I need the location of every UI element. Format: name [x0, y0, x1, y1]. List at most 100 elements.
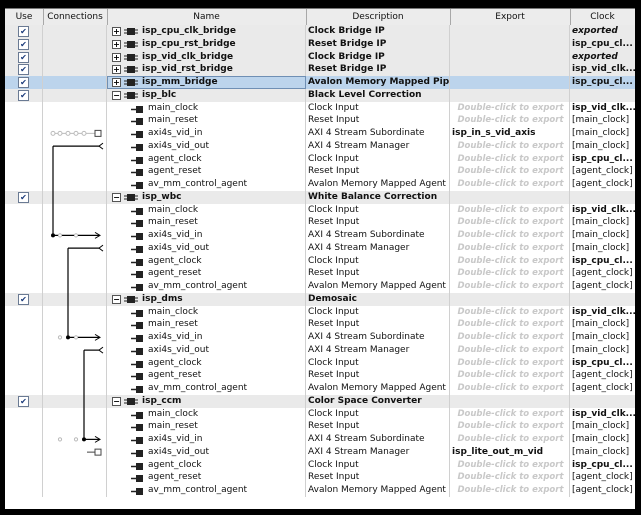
export-cell[interactable]	[450, 88, 570, 102]
export-hint[interactable]: Double-click to export	[452, 153, 569, 166]
export-cell[interactable]: Double-click to export	[450, 280, 570, 293]
export-cell[interactable]: Double-click to export	[450, 152, 570, 166]
clock-cell[interactable]	[570, 395, 635, 408]
clock-cell[interactable]: isp_vid_clk...	[570, 204, 635, 217]
use-checkbox[interactable]: ✔	[18, 38, 29, 50]
clock-cell[interactable]	[570, 293, 635, 306]
expand-icon[interactable]: +	[112, 39, 121, 49]
collapse-icon[interactable]: −	[112, 396, 121, 406]
export-hint[interactable]: Double-click to export	[452, 433, 569, 446]
clock-cell[interactable]: [main_clock]	[570, 140, 635, 153]
clock-cell[interactable]: [main_clock]	[570, 433, 635, 446]
export-cell[interactable]	[450, 63, 570, 76]
clock-cell[interactable]: [main_clock]	[570, 229, 635, 242]
export-cell[interactable]: Double-click to export	[450, 203, 570, 217]
clock-cell[interactable]: [agent_clock]	[570, 280, 635, 293]
use-checkbox[interactable]: ✔	[18, 77, 29, 88]
export-cell[interactable]	[450, 394, 570, 408]
use-checkbox[interactable]: ✔	[18, 395, 29, 407]
export-hint[interactable]: Double-click to export	[452, 204, 569, 217]
export-hint[interactable]: Double-click to export	[452, 267, 569, 280]
collapse-icon[interactable]: −	[112, 90, 121, 100]
export-hint[interactable]: Double-click to export	[452, 114, 569, 127]
export-cell[interactable]: Double-click to export	[450, 216, 570, 229]
clock-cell[interactable]: isp_vid_clk...	[570, 102, 635, 115]
export-hint[interactable]: Double-click to export	[452, 165, 569, 178]
export-cell[interactable]: Double-click to export	[450, 343, 570, 357]
use-checkbox[interactable]: ✔	[18, 51, 29, 63]
export-cell[interactable]: Double-click to export	[450, 433, 570, 446]
column-header-name[interactable]: Name	[107, 9, 307, 25]
clock-cell[interactable]: [agent_clock]	[570, 484, 635, 497]
export-cell[interactable]: Double-click to export	[450, 178, 570, 191]
clock-cell[interactable]: [agent_clock]	[570, 369, 635, 382]
clock-cell[interactable]: isp_vid_clk...	[570, 63, 635, 76]
export-name[interactable]: isp_in_s_vid_axis	[452, 128, 535, 138]
export-cell[interactable]: isp_lite_out_m_vid	[450, 445, 570, 459]
clock-cell[interactable]: [agent_clock]	[570, 165, 635, 178]
export-hint[interactable]: Double-click to export	[452, 420, 569, 433]
export-hint[interactable]: Double-click to export	[452, 408, 569, 421]
clock-cell[interactable]: [main_clock]	[570, 114, 635, 127]
export-cell[interactable]: Double-click to export	[450, 165, 570, 178]
export-cell[interactable]: Double-click to export	[450, 420, 570, 433]
export-hint[interactable]: Double-click to export	[452, 242, 569, 255]
export-hint[interactable]: Double-click to export	[452, 357, 569, 370]
clock-cell[interactable]: [agent_clock]	[570, 471, 635, 484]
export-hint[interactable]: Double-click to export	[452, 331, 569, 344]
export-cell[interactable]: Double-click to export	[450, 484, 570, 497]
export-hint[interactable]: Double-click to export	[452, 318, 569, 331]
column-header-clock[interactable]: Clock	[570, 9, 635, 25]
export-hint[interactable]: Double-click to export	[452, 229, 569, 242]
clock-cell[interactable]: [agent_clock]	[570, 267, 635, 280]
clock-cell[interactable]: [main_clock]	[570, 318, 635, 331]
column-header-description[interactable]: Description	[306, 9, 451, 25]
clock-cell[interactable]: isp_vid_clk...	[570, 306, 635, 319]
export-cell[interactable]: Double-click to export	[450, 101, 570, 115]
export-hint[interactable]: Double-click to export	[452, 484, 569, 497]
clock-cell[interactable]: [main_clock]	[570, 216, 635, 229]
collapse-icon[interactable]: −	[112, 294, 121, 304]
clock-cell[interactable]: isp_cpu_cl...	[570, 459, 635, 472]
clock-cell[interactable]: isp_cpu_cl...	[570, 76, 635, 89]
export-cell[interactable]: Double-click to export	[450, 229, 570, 242]
clock-cell[interactable]: [main_clock]	[570, 344, 635, 357]
export-cell[interactable]: Double-click to export	[450, 369, 570, 382]
clock-cell[interactable]: isp_cpu_cl...	[570, 255, 635, 268]
clock-cell[interactable]: isp_vid_clk...	[570, 408, 635, 421]
clock-cell[interactable]: isp_cpu_cl...	[570, 38, 635, 51]
collapse-icon[interactable]: −	[112, 192, 121, 202]
export-cell[interactable]: isp_in_s_vid_axis	[450, 127, 570, 140]
export-cell[interactable]: Double-click to export	[450, 305, 570, 319]
export-hint[interactable]: Double-click to export	[452, 471, 569, 484]
export-hint[interactable]: Double-click to export	[452, 255, 569, 268]
clock-cell[interactable]: exported	[570, 51, 635, 64]
clock-cell[interactable]: [main_clock]	[570, 127, 635, 140]
export-cell[interactable]: Double-click to export	[450, 241, 570, 255]
export-cell[interactable]: Double-click to export	[450, 458, 570, 472]
export-cell[interactable]: Double-click to export	[450, 114, 570, 127]
export-hint[interactable]: Double-click to export	[452, 306, 569, 319]
expand-icon[interactable]: +	[112, 65, 121, 75]
clock-cell[interactable]: exported	[570, 25, 635, 38]
column-header-connections[interactable]: Connections	[43, 9, 108, 25]
export-cell[interactable]	[450, 37, 570, 51]
export-cell[interactable]: Double-click to export	[450, 139, 570, 153]
export-cell[interactable]: Double-click to export	[450, 471, 570, 484]
export-hint[interactable]: Double-click to export	[452, 459, 569, 472]
expand-icon[interactable]: +	[112, 27, 121, 36]
clock-cell[interactable]: isp_cpu_cl...	[570, 153, 635, 166]
clock-cell[interactable]	[570, 191, 635, 204]
column-header-export[interactable]: Export	[450, 9, 571, 25]
export-hint[interactable]: Double-click to export	[452, 102, 569, 115]
export-cell[interactable]: Double-click to export	[450, 254, 570, 268]
clock-cell[interactable]: [main_clock]	[570, 331, 635, 344]
export-hint[interactable]: Double-click to export	[452, 280, 569, 293]
export-cell[interactable]	[450, 25, 570, 38]
export-cell[interactable]: Double-click to export	[450, 382, 570, 395]
use-checkbox[interactable]: ✔	[18, 64, 29, 76]
clock-cell[interactable]	[570, 89, 635, 102]
export-hint[interactable]: Double-click to export	[452, 140, 569, 153]
export-cell[interactable]	[450, 190, 570, 204]
clock-cell[interactable]: [main_clock]	[570, 446, 635, 459]
